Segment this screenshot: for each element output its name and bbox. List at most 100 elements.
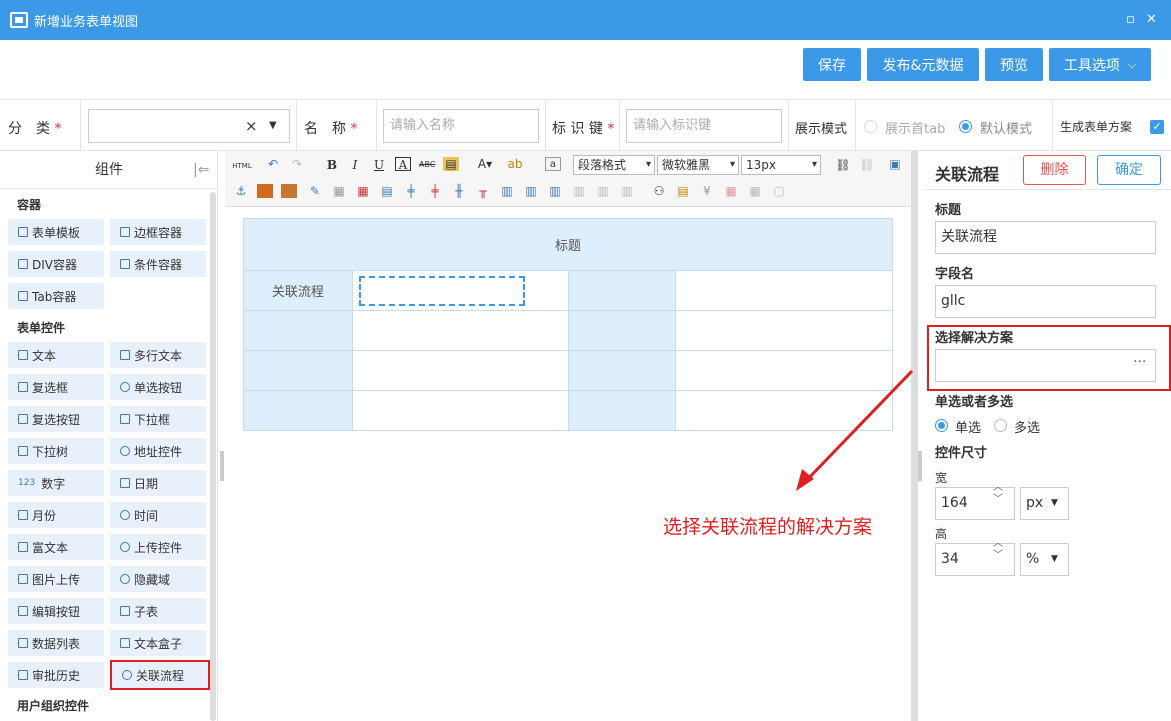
- left-splitter[interactable]: [220, 451, 224, 481]
- merge-down-icon[interactable]: ▥: [547, 184, 563, 198]
- comp-image-upload[interactable]: 图片上传: [8, 566, 104, 592]
- table-label-cell[interactable]: 关联流程: [243, 270, 353, 311]
- table-cell[interactable]: [351, 350, 569, 391]
- clear-icon[interactable]: ×: [245, 110, 258, 142]
- tools-dropdown-button[interactable]: 工具选项 ⌵: [1049, 48, 1151, 81]
- comp-form-template[interactable]: 表单模板: [8, 219, 104, 245]
- underline-icon[interactable]: U: [371, 158, 387, 172]
- comp-hidden-field[interactable]: 隐藏域: [110, 566, 206, 592]
- table-cell[interactable]: [567, 350, 677, 391]
- comp-border-container[interactable]: 边框容器: [110, 219, 206, 245]
- comp-rich-text[interactable]: 富文本: [8, 534, 104, 560]
- comp-data-list[interactable]: 数据列表: [8, 630, 104, 656]
- bold-icon[interactable]: B: [324, 158, 340, 172]
- comp-time[interactable]: 时间: [110, 502, 206, 528]
- comp-address[interactable]: 地址控件: [110, 438, 206, 464]
- collapse-icon[interactable]: |⇐: [193, 151, 209, 189]
- insert-table-icon[interactable]: ▦: [355, 184, 371, 198]
- table-cell[interactable]: [243, 390, 353, 431]
- related-process-field[interactable]: [358, 275, 525, 306]
- multi-select-radio[interactable]: [994, 419, 1007, 432]
- paste-icon[interactable]: ▤: [675, 184, 691, 198]
- font-color-icon[interactable]: A▾: [477, 157, 493, 171]
- table-cell[interactable]: [567, 270, 677, 311]
- split-rows-icon[interactable]: ▥: [595, 184, 611, 198]
- preview-icon[interactable]: ▢: [771, 184, 787, 198]
- delete-row-icon[interactable]: ╪: [427, 184, 443, 198]
- single-select-radio[interactable]: [935, 419, 948, 432]
- date-icon[interactable]: ▦: [723, 184, 739, 198]
- left-scrollbar[interactable]: [210, 192, 216, 721]
- table-cell[interactable]: [675, 310, 893, 351]
- key-input[interactable]: 请输入标识键: [626, 109, 782, 143]
- unlink-icon[interactable]: ⛓: [859, 158, 875, 172]
- restore-button[interactable]: ▫: [1126, 12, 1135, 27]
- table-cell[interactable]: [567, 390, 677, 431]
- comp-radio-button[interactable]: 单选按钮: [110, 374, 206, 400]
- display-default-radio[interactable]: [959, 120, 972, 133]
- width-input[interactable]: 164 ︿ ﹀: [935, 482, 1015, 520]
- comp-dropdown[interactable]: 下拉框: [110, 406, 206, 432]
- display-first-tab-radio[interactable]: [864, 120, 877, 133]
- comp-number[interactable]: 123 数字: [8, 470, 104, 496]
- save-button[interactable]: 保存: [803, 48, 861, 81]
- split-cols-icon[interactable]: ▥: [619, 184, 635, 198]
- font-family-select[interactable]: 微软雅黑: [657, 155, 739, 175]
- table-cell[interactable]: [243, 350, 353, 391]
- comp-multiline-text[interactable]: 多行文本: [110, 342, 206, 368]
- text-icon[interactable]: a: [545, 157, 561, 171]
- close-button[interactable]: ✕: [1146, 12, 1157, 27]
- multi-image-icon[interactable]: [281, 184, 297, 198]
- table-cell[interactable]: [567, 310, 677, 351]
- comp-div-container[interactable]: DIV容器: [8, 251, 104, 277]
- comp-condition-container[interactable]: 条件容器: [110, 251, 206, 277]
- format-painter-icon[interactable]: ▤: [443, 157, 459, 171]
- table-icon[interactable]: ▦: [331, 184, 347, 198]
- comp-month[interactable]: 月份: [8, 502, 104, 528]
- name-input[interactable]: 请输入名称: [383, 109, 539, 143]
- font-size-select[interactable]: 13px: [741, 155, 821, 175]
- highlight-icon[interactable]: ab: [507, 157, 523, 171]
- delete-column-icon[interactable]: ╥: [475, 184, 491, 198]
- generate-scheme-checkbox[interactable]: ✓: [1150, 120, 1164, 134]
- confirm-button[interactable]: 确定: [1097, 155, 1161, 185]
- publish-metadata-button[interactable]: 发布&元数据: [867, 48, 979, 81]
- delete-button[interactable]: 删除: [1023, 155, 1086, 185]
- image-icon[interactable]: [257, 184, 273, 198]
- comp-date[interactable]: 日期: [110, 470, 206, 496]
- fullscreen-icon[interactable]: ▣: [887, 157, 903, 171]
- symbol-icon[interactable]: ¥: [699, 184, 715, 198]
- comp-upload[interactable]: 上传控件: [110, 534, 206, 560]
- merge-cells-icon[interactable]: ▥: [499, 184, 515, 198]
- table-field-cell[interactable]: [351, 270, 569, 311]
- split-cells-icon[interactable]: ▥: [571, 184, 587, 198]
- table-cell[interactable]: [675, 270, 893, 311]
- find-replace-icon[interactable]: ⚇: [651, 184, 667, 198]
- undo-icon[interactable]: ↶: [265, 157, 281, 171]
- table-title-cell[interactable]: 标题: [243, 218, 893, 271]
- redo-icon[interactable]: ↷: [289, 157, 305, 171]
- html-source-icon[interactable]: HTML: [231, 159, 253, 173]
- comp-sub-table[interactable]: 子表: [110, 598, 206, 624]
- comp-checkbox[interactable]: 复选框: [8, 374, 104, 400]
- table-title-icon[interactable]: ▤: [379, 184, 395, 198]
- comp-related-process[interactable]: 关联流程: [110, 660, 210, 690]
- height-unit-select[interactable]: % ▼: [1020, 543, 1069, 576]
- anchor-icon[interactable]: ⚓: [233, 184, 249, 198]
- insert-row-icon[interactable]: ╪: [403, 184, 419, 198]
- merge-right-icon[interactable]: ▥: [523, 184, 539, 198]
- strikethrough-icon[interactable]: ABC: [419, 158, 435, 172]
- comp-edit-button[interactable]: 编辑按钮: [8, 598, 104, 624]
- comp-text[interactable]: 文本: [8, 342, 104, 368]
- comp-check-button[interactable]: 复选按钮: [8, 406, 104, 432]
- font-border-icon[interactable]: A: [395, 157, 411, 172]
- search-icon[interactable]: ▦: [747, 184, 763, 198]
- table-cell[interactable]: [351, 390, 569, 431]
- field-name-input[interactable]: gllc: [935, 285, 1156, 318]
- link-icon[interactable]: ⛓: [835, 158, 851, 172]
- table-cell[interactable]: [243, 310, 353, 351]
- comp-tab-container[interactable]: Tab容器: [8, 283, 104, 309]
- insert-column-icon[interactable]: ╫: [451, 184, 467, 198]
- category-select[interactable]: × ▼: [88, 109, 290, 143]
- attachment-icon[interactable]: ✎: [307, 184, 323, 198]
